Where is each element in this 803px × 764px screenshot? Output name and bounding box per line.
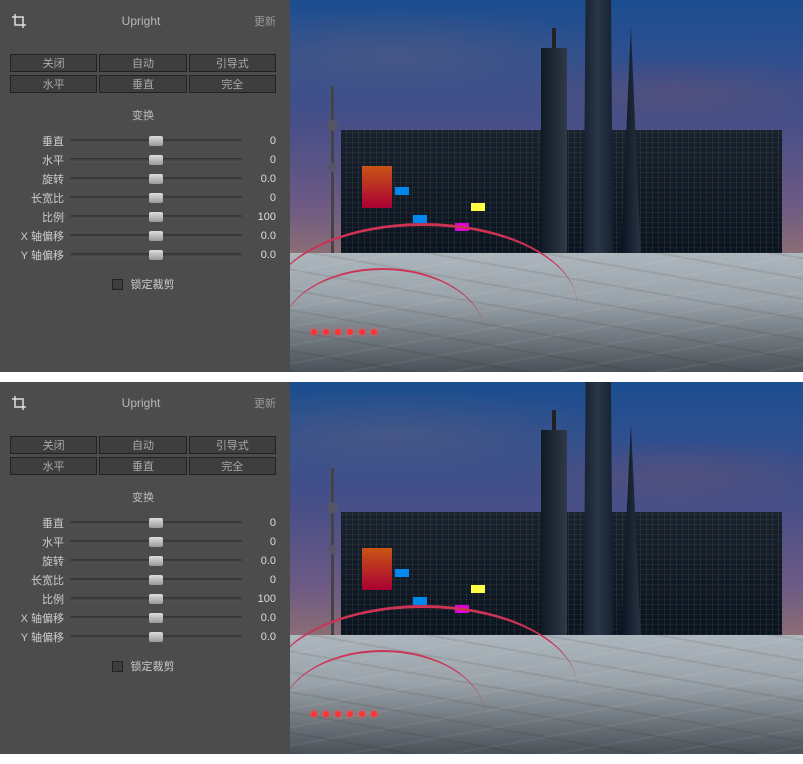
lock-crop-label: 锁定裁剪 bbox=[131, 276, 175, 292]
slider-row: Y 轴偏移 0.0 bbox=[10, 245, 276, 264]
panel-title: Upright bbox=[28, 396, 254, 410]
slider-row: 垂直 0 bbox=[10, 131, 276, 150]
slider-thumb[interactable] bbox=[149, 231, 163, 241]
slider-thumb[interactable] bbox=[149, 136, 163, 146]
slider-track[interactable] bbox=[70, 592, 242, 606]
section-title: 变换 bbox=[10, 107, 276, 123]
slider-label: 比例 bbox=[10, 591, 70, 607]
slider-row: 长宽比 0 bbox=[10, 188, 276, 207]
slider-thumb[interactable] bbox=[149, 193, 163, 203]
slider-value: 100 bbox=[242, 211, 276, 223]
slider-thumb[interactable] bbox=[149, 556, 163, 566]
section-title: 变换 bbox=[10, 489, 276, 505]
slider-thumb[interactable] bbox=[149, 518, 163, 528]
lock-crop-label: 锁定裁剪 bbox=[131, 658, 175, 674]
slider-track[interactable] bbox=[70, 153, 242, 167]
upright-mode-button[interactable]: 引导式 bbox=[189, 436, 276, 454]
slider-label: 垂直 bbox=[10, 515, 70, 531]
slider-value: 0.0 bbox=[242, 631, 276, 643]
slider-row: 垂直 0 bbox=[10, 513, 276, 532]
slider-row: 旋转 0.0 bbox=[10, 169, 276, 188]
slider-label: X 轴偏移 bbox=[10, 228, 70, 244]
slider-thumb[interactable] bbox=[149, 575, 163, 585]
slider-value: 0.0 bbox=[242, 612, 276, 624]
slider-value: 0.0 bbox=[242, 173, 276, 185]
slider-thumb[interactable] bbox=[149, 537, 163, 547]
upright-mode-button[interactable]: 垂直 bbox=[99, 457, 186, 475]
slider-track[interactable] bbox=[70, 248, 242, 262]
slider-track[interactable] bbox=[70, 134, 242, 148]
slider-track[interactable] bbox=[70, 630, 242, 644]
slider-value: 0 bbox=[242, 517, 276, 529]
slider-label: 水平 bbox=[10, 152, 70, 168]
slider-label: Y 轴偏移 bbox=[10, 629, 70, 645]
slider-row: X 轴偏移 0.0 bbox=[10, 608, 276, 627]
slider-value: 0.0 bbox=[242, 555, 276, 567]
upright-mode-button[interactable]: 水平 bbox=[10, 75, 97, 93]
slider-label: 旋转 bbox=[10, 171, 70, 187]
slider-label: X 轴偏移 bbox=[10, 610, 70, 626]
slider-value: 0.0 bbox=[242, 249, 276, 261]
slider-row: 水平 0 bbox=[10, 150, 276, 169]
slider-track[interactable] bbox=[70, 229, 242, 243]
upright-mode-button[interactable]: 水平 bbox=[10, 457, 97, 475]
slider-track[interactable] bbox=[70, 516, 242, 530]
slider-track[interactable] bbox=[70, 191, 242, 205]
slider-label: 旋转 bbox=[10, 553, 70, 569]
slider-thumb[interactable] bbox=[149, 155, 163, 165]
slider-label: Y 轴偏移 bbox=[10, 247, 70, 263]
slider-row: 水平 0 bbox=[10, 532, 276, 551]
upright-mode-button[interactable]: 完全 bbox=[189, 457, 276, 475]
slider-track[interactable] bbox=[70, 611, 242, 625]
slider-thumb[interactable] bbox=[149, 594, 163, 604]
slider-value: 0 bbox=[242, 192, 276, 204]
slider-label: 长宽比 bbox=[10, 572, 70, 588]
lock-crop-checkbox[interactable] bbox=[112, 279, 123, 290]
slider-thumb[interactable] bbox=[149, 632, 163, 642]
update-link[interactable]: 更新 bbox=[254, 395, 276, 411]
slider-value: 100 bbox=[242, 593, 276, 605]
slider-track[interactable] bbox=[70, 573, 242, 587]
slider-value: 0.0 bbox=[242, 230, 276, 242]
slider-row: 旋转 0.0 bbox=[10, 551, 276, 570]
slider-row: 长宽比 0 bbox=[10, 570, 276, 589]
slider-row: 比例 100 bbox=[10, 207, 276, 226]
slider-track[interactable] bbox=[70, 172, 242, 186]
slider-thumb[interactable] bbox=[149, 212, 163, 222]
slider-value: 0 bbox=[242, 536, 276, 548]
transform-panel: Upright 更新关闭自动引导式水平垂直完全变换 垂直 0 水平 0 旋转 0… bbox=[0, 382, 290, 754]
slider-value: 0 bbox=[242, 135, 276, 147]
upright-mode-button[interactable]: 关闭 bbox=[10, 54, 97, 72]
slider-track[interactable] bbox=[70, 210, 242, 224]
upright-mode-button[interactable]: 垂直 bbox=[99, 75, 186, 93]
update-link[interactable]: 更新 bbox=[254, 13, 276, 29]
slider-label: 水平 bbox=[10, 534, 70, 550]
slider-thumb[interactable] bbox=[149, 174, 163, 184]
upright-mode-button[interactable]: 完全 bbox=[189, 75, 276, 93]
slider-thumb[interactable] bbox=[149, 250, 163, 260]
slider-label: 长宽比 bbox=[10, 190, 70, 206]
upright-mode-button[interactable]: 引导式 bbox=[189, 54, 276, 72]
slider-track[interactable] bbox=[70, 535, 242, 549]
slider-row: Y 轴偏移 0.0 bbox=[10, 627, 276, 646]
lock-crop-checkbox[interactable] bbox=[112, 661, 123, 672]
panel-title: Upright bbox=[28, 14, 254, 28]
preview-before bbox=[290, 0, 803, 372]
slider-label: 比例 bbox=[10, 209, 70, 225]
slider-thumb[interactable] bbox=[149, 613, 163, 623]
slider-row: X 轴偏移 0.0 bbox=[10, 226, 276, 245]
upright-mode-button[interactable]: 自动 bbox=[99, 54, 186, 72]
upright-mode-button[interactable]: 关闭 bbox=[10, 436, 97, 454]
transform-panel: Upright 更新关闭自动引导式水平垂直完全变换 垂直 0 水平 0 旋转 0… bbox=[0, 0, 290, 372]
slider-label: 垂直 bbox=[10, 133, 70, 149]
slider-value: 0 bbox=[242, 154, 276, 166]
slider-track[interactable] bbox=[70, 554, 242, 568]
upright-mode-button[interactable]: 自动 bbox=[99, 436, 186, 454]
preview-after bbox=[290, 382, 803, 754]
crop-icon[interactable] bbox=[10, 394, 28, 412]
slider-value: 0 bbox=[242, 574, 276, 586]
crop-icon[interactable] bbox=[10, 12, 28, 30]
slider-row: 比例 100 bbox=[10, 589, 276, 608]
